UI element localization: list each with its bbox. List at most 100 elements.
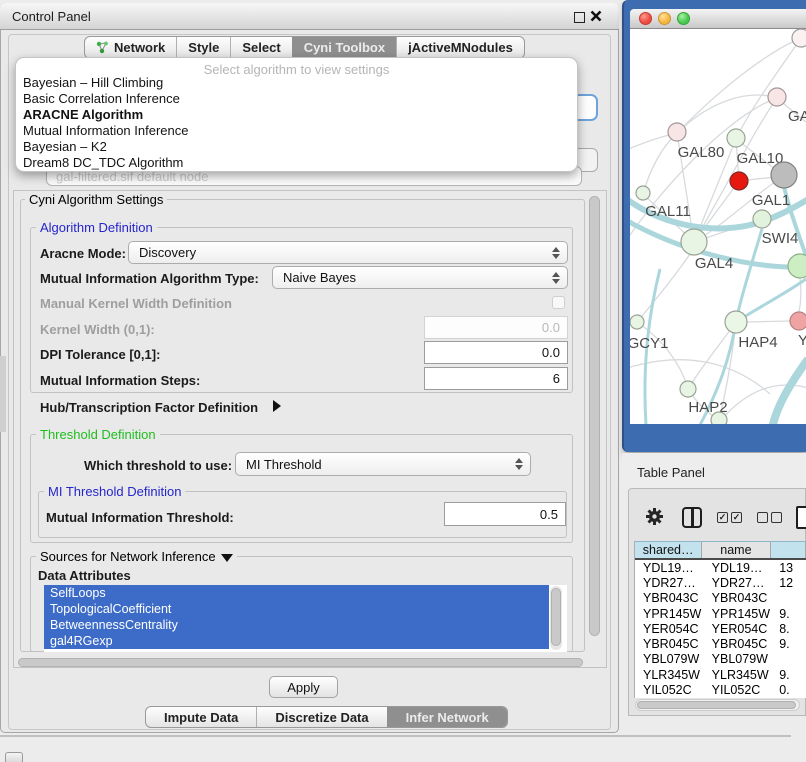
network-node-y[interactable] xyxy=(790,312,806,330)
table-cell: YBL079W xyxy=(704,652,774,666)
column-header-extra[interactable] xyxy=(771,542,806,558)
network-node-hap4[interactable] xyxy=(725,311,747,333)
column-header-shared[interactable]: shared… xyxy=(635,542,702,558)
network-node-swi4[interactable] xyxy=(753,210,771,228)
node-label: Y xyxy=(798,332,806,349)
apply-button[interactable]: Apply xyxy=(269,676,338,698)
document-icon[interactable] xyxy=(796,506,806,529)
mi-threshold-field[interactable]: 0.5 xyxy=(444,502,566,526)
attribute-list-item[interactable]: gal4RGexp xyxy=(44,633,549,649)
dock-mini-button[interactable] xyxy=(5,752,23,762)
network-window-titlebar[interactable] xyxy=(630,9,806,29)
attribute-list-item[interactable]: SelfLoops xyxy=(44,585,549,601)
tab-impute-data[interactable]: Impute Data xyxy=(146,707,256,727)
table-row[interactable]: YDL19…YDL19…13 xyxy=(635,560,806,575)
control-panel-tabbar: Network Style Select Cyni Toolbox jActiv… xyxy=(84,36,525,59)
table-row[interactable]: YLR345WYLR345W9. xyxy=(635,667,806,682)
mi-steps-label: Mutual Information Steps: xyxy=(40,373,200,388)
network-node[interactable] xyxy=(788,254,806,278)
algorithm-dropdown-popup: Select algorithm to view settings Bayesi… xyxy=(15,57,578,172)
network-node[interactable] xyxy=(711,412,727,424)
table-cell: YLR345W xyxy=(635,668,704,682)
network-node-gal10[interactable] xyxy=(727,129,745,147)
close-icon[interactable] xyxy=(590,10,602,22)
tab-cyni-toolbox[interactable]: Cyni Toolbox xyxy=(292,37,396,58)
select-all-checkbox-icon[interactable]: ✓ xyxy=(717,512,728,523)
network-node-gcy1[interactable] xyxy=(630,315,644,329)
table-row[interactable]: YDR27…YDR27…12 xyxy=(635,575,806,590)
mi-steps-field[interactable]: 6 xyxy=(424,367,568,390)
node-label: GAL80 xyxy=(678,144,725,161)
table-cell: 13 xyxy=(773,561,806,575)
network-node[interactable] xyxy=(730,172,748,190)
close-traffic-light[interactable] xyxy=(639,12,652,25)
aracne-mode-combobox[interactable]: Discovery xyxy=(128,241,568,264)
aracne-mode-value: Discovery xyxy=(139,245,196,260)
list-scrollbar-thumb[interactable] xyxy=(551,588,561,646)
algorithm-option[interactable]: Basic Correlation Inference xyxy=(21,91,572,107)
tab-infer-network[interactable]: Infer Network xyxy=(387,707,507,727)
table-row[interactable]: YER054CYER054C8. xyxy=(635,621,806,636)
popup-item-list: Bayesian – Hill ClimbingBasic Correlatio… xyxy=(21,75,572,171)
kernel-width-field[interactable]: 0.0 xyxy=(424,316,568,339)
cyni-algorithm-settings-legend: Cyni Algorithm Settings xyxy=(25,192,167,207)
network-node[interactable] xyxy=(792,29,806,47)
horizontal-scrollbar-thumb[interactable] xyxy=(18,658,583,667)
attribute-list-item[interactable]: TopologicalCoefficient xyxy=(44,601,549,617)
table-hscrollbar-thumb[interactable] xyxy=(637,701,796,709)
algorithm-option[interactable]: Mutual Information Inference xyxy=(21,123,572,139)
gear-icon[interactable] xyxy=(645,507,664,526)
table-cell: YBR045C xyxy=(635,637,704,651)
table-cell: YBR045C xyxy=(704,637,774,651)
select-all-checkbox-icon[interactable]: ✓ xyxy=(731,512,742,523)
split-panel-icon[interactable] xyxy=(682,507,702,528)
algorithm-option[interactable]: Bayesian – Hill Climbing xyxy=(21,75,572,91)
tab-jactivemnodules[interactable]: jActiveMNodules xyxy=(396,37,524,58)
deselect-all-checkbox-icon[interactable] xyxy=(771,512,782,523)
which-threshold-combobox[interactable]: MI Threshold xyxy=(235,452,531,476)
table-cell: YBR043C xyxy=(635,591,704,605)
tab-select[interactable]: Select xyxy=(230,37,291,58)
algorithm-option[interactable]: Dream8 DC_TDC Algorithm xyxy=(21,155,572,171)
float-window-icon[interactable] xyxy=(574,12,585,23)
network-node-gal1[interactable] xyxy=(771,162,797,188)
network-node-gal11[interactable] xyxy=(636,186,650,200)
network-node-gal[interactable] xyxy=(768,88,786,106)
table-row[interactable]: YBR043CYBR043C xyxy=(635,591,806,606)
hub-definition-expander-label[interactable]: Hub/Transcription Factor Definition xyxy=(40,400,258,415)
deselect-all-checkbox-icon[interactable] xyxy=(757,512,768,523)
threshold-definition-legend: Threshold Definition xyxy=(36,427,160,442)
sources-legend-label: Sources for Network Inference xyxy=(40,549,216,564)
table-cell: YPR145W xyxy=(704,607,774,621)
tab-discretize-data[interactable]: Discretize Data xyxy=(256,707,386,727)
table-cell: YDL19… xyxy=(635,561,704,575)
attribute-list-item[interactable]: BetweennessCentrality xyxy=(44,617,549,633)
dpi-tolerance-label: DPI Tolerance [0,1]: xyxy=(40,347,160,362)
column-header-name[interactable]: name xyxy=(702,542,770,558)
mi-type-combobox[interactable]: Naive Bayes xyxy=(272,266,568,289)
node-label: GAL11 xyxy=(645,203,691,220)
table-row[interactable]: YIL052CYIL052C0. xyxy=(635,682,806,696)
minimize-traffic-light[interactable] xyxy=(658,12,671,25)
attribute-table: shared… name YDL19…YDL19…13YDR27…YDR27…1… xyxy=(634,541,806,698)
table-row[interactable]: YBR045CYBR045C9. xyxy=(635,636,806,651)
tab-network[interactable]: Network xyxy=(85,37,176,58)
dpi-tolerance-field[interactable]: 0.0 xyxy=(424,341,568,364)
vertical-scrollbar-thumb[interactable] xyxy=(589,196,600,636)
algorithm-option[interactable]: ARACNE Algorithm xyxy=(21,107,572,123)
splitter-handle[interactable] xyxy=(0,356,6,432)
zoom-traffic-light[interactable] xyxy=(677,12,690,25)
tab-style[interactable]: Style xyxy=(176,37,230,58)
table-row[interactable]: YPR145WYPR145W9. xyxy=(635,606,806,621)
network-node-gal4[interactable] xyxy=(681,229,707,255)
algorithm-option[interactable]: Bayesian – K2 xyxy=(21,139,572,155)
expander-arrow-icon[interactable] xyxy=(273,400,281,412)
table-row[interactable]: YBL079WYBL079W xyxy=(635,652,806,667)
data-attributes-list: SelfLoopsTopologicalCoefficientBetweenne… xyxy=(44,585,567,652)
manual-kernel-checkbox[interactable] xyxy=(552,296,565,309)
table-cell: 0. xyxy=(773,683,806,696)
network-node-gal80[interactable] xyxy=(668,123,686,141)
sources-legend[interactable]: Sources for Network Inference xyxy=(36,549,237,564)
network-node-hap2[interactable] xyxy=(680,381,696,397)
network-canvas[interactable]: GALGAL80GAL10GAL1GAL11SWI4GAL4GCY1HAP4YH… xyxy=(630,29,806,424)
